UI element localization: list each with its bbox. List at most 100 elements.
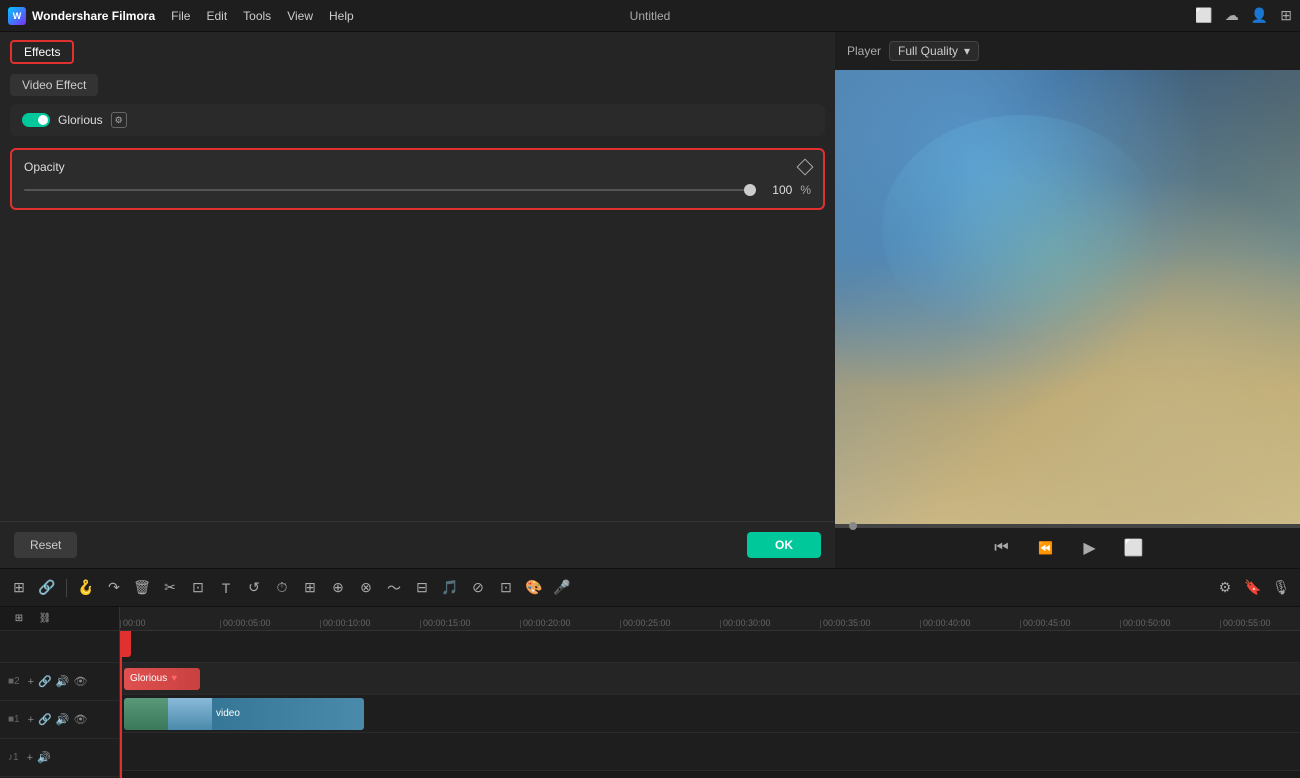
video1-mute-icon[interactable]: 🔊: [56, 713, 70, 726]
ruler-mark-10: 00:00:50:00: [1120, 620, 1220, 628]
glorious-clip-label: Glorious: [130, 673, 167, 684]
audio2-icon[interactable]: 🎤: [551, 577, 573, 599]
stabilize-icon[interactable]: ⊘: [467, 577, 489, 599]
video1-add-icon[interactable]: +: [28, 714, 34, 726]
cut-icon[interactable]: ✂: [159, 577, 181, 599]
duplicate-icon[interactable]: ⊗: [355, 577, 377, 599]
glorious-clip[interactable]: Glorious ♥: [124, 668, 200, 690]
menu-view[interactable]: View: [287, 9, 313, 23]
quality-value: Full Quality: [898, 44, 958, 58]
monitor-icon[interactable]: ⬜: [1195, 7, 1212, 24]
video2-mute-icon[interactable]: 🔊: [56, 675, 70, 688]
opacity-section: Opacity 100 %: [10, 148, 825, 210]
ruler-mark-4: 00:00:20:00: [520, 620, 620, 628]
keyframe-diamond-icon[interactable]: [797, 159, 814, 176]
pip-icon[interactable]: ⊡: [495, 577, 517, 599]
reset-button[interactable]: Reset: [14, 532, 77, 558]
video-preview: [835, 70, 1300, 524]
menu-tools[interactable]: Tools: [243, 9, 271, 23]
video2-eye-icon[interactable]: 👁: [73, 675, 87, 688]
video-effect-tab[interactable]: Video Effect: [10, 74, 98, 96]
track-label-ruler-spacer: ⊞ ⛓: [0, 607, 119, 631]
opacity-slider[interactable]: [24, 189, 756, 191]
video-thumb-1: [124, 698, 168, 730]
bottom-buttons: Reset OK: [0, 521, 835, 568]
link-icon[interactable]: 🔗: [36, 577, 58, 599]
playhead[interactable]: [120, 631, 122, 778]
layout-icon[interactable]: ⊞: [8, 577, 30, 599]
account-icon[interactable]: 👤: [1251, 7, 1268, 24]
track-row-video1: video: [120, 695, 1300, 733]
hook-icon[interactable]: 🪝: [75, 577, 97, 599]
audio1-add-icon[interactable]: +: [27, 752, 33, 764]
menu-help[interactable]: Help: [329, 9, 354, 23]
rotate-icon[interactable]: ↺: [243, 577, 265, 599]
timer-icon[interactable]: ⊕: [327, 577, 349, 599]
snap-icon[interactable]: ⊞: [8, 608, 30, 630]
color-icon[interactable]: 🎨: [523, 577, 545, 599]
video1-link-icon[interactable]: 🔗: [38, 713, 52, 726]
menu-file[interactable]: File: [171, 9, 190, 23]
audio-num-1: ♪1: [8, 752, 19, 763]
bookmark-icon[interactable]: 🔖: [1242, 577, 1264, 599]
fullscreen-button[interactable]: ⬜: [1122, 536, 1146, 560]
track-row-glorious: Glorious ♥: [120, 663, 1300, 695]
player-bar: Player Full Quality ▾: [835, 32, 1300, 70]
ok-button[interactable]: OK: [747, 532, 821, 558]
video1-eye-icon[interactable]: 👁: [73, 713, 87, 726]
mic-icon[interactable]: 🎙: [1270, 577, 1292, 599]
ruler-mark-2: 00:00:10:00: [320, 620, 420, 628]
ruler-mark-5: 00:00:25:00: [620, 620, 720, 628]
play-button[interactable]: ▶: [1078, 536, 1102, 560]
effects-tab[interactable]: Effects: [10, 40, 74, 64]
app-logo-icon: W: [8, 7, 26, 25]
quality-dropdown[interactable]: Full Quality ▾: [889, 41, 979, 61]
timeline-tracks: 00:00 00:00:05:00 00:00:10:00 00:00:15:0…: [120, 607, 1300, 778]
video2-link-icon[interactable]: 🔗: [38, 675, 52, 688]
step-back-button[interactable]: ⏮: [990, 536, 1014, 560]
text-icon[interactable]: T: [215, 577, 237, 599]
redo-icon[interactable]: ↷: [103, 577, 125, 599]
track-label-effects: [0, 631, 119, 663]
opacity-value: 100: [764, 183, 792, 197]
video2-add-icon[interactable]: +: [28, 676, 34, 688]
opacity-unit: %: [800, 183, 811, 197]
crop-icon[interactable]: ⊡: [187, 577, 209, 599]
ruler-mark-8: 00:00:40:00: [920, 620, 1020, 628]
video-clip-label: video: [212, 708, 244, 719]
track-area: Glorious ♥ video: [120, 631, 1300, 778]
progress-track[interactable]: [847, 525, 1288, 527]
ruler-mark-7: 00:00:35:00: [820, 620, 920, 628]
app-logo: W Wondershare Filmora: [8, 7, 155, 25]
transform-icon[interactable]: ⊞: [299, 577, 321, 599]
adjust-icon[interactable]: ⊟: [411, 577, 433, 599]
opacity-slider-row: 100 %: [24, 182, 811, 198]
audio1-mute-icon[interactable]: 🔊: [37, 751, 51, 764]
menu-bar: W Wondershare Filmora File Edit Tools Vi…: [0, 0, 1300, 32]
effects-tab-bar: Effects: [0, 32, 835, 64]
menu-right: ⬜ ☁ 👤 ⊞: [1195, 7, 1292, 24]
grid-icon[interactable]: ⊞: [1280, 7, 1292, 24]
audio-icon[interactable]: 🎵: [439, 577, 461, 599]
dropdown-chevron-icon: ▾: [964, 44, 970, 58]
timeline-main: ⊞ ⛓ ■2 + 🔗 🔊 👁 ■1 + 🔗 🔊 👁: [0, 607, 1300, 778]
video-clip[interactable]: video: [124, 698, 364, 730]
opacity-slider-container: [24, 182, 756, 198]
link2-icon[interactable]: ⛓: [34, 608, 56, 630]
track-num-1: ■1: [8, 714, 20, 725]
glorious-label: Glorious: [58, 113, 103, 127]
left-panel: Effects Video Effect Glorious ⚙ Opacity …: [0, 32, 835, 568]
trash-icon[interactable]: 🗑: [131, 577, 153, 599]
menu-edit[interactable]: Edit: [206, 9, 227, 23]
glorious-toggle[interactable]: [22, 113, 50, 127]
speed-icon[interactable]: ⏱: [271, 577, 293, 599]
cloud-icon[interactable]: ☁: [1225, 7, 1239, 24]
timeline-section: ⊞ 🔗 🪝 ↷ 🗑 ✂ ⊡ T ↺ ⏱ ⊞ ⊕ ⊗ 〜 ⊟ 🎵 ⊘ ⊡ 🎨 🎤 …: [0, 568, 1300, 778]
settings-icon[interactable]: ⚙: [1214, 577, 1236, 599]
glorious-section: Glorious ⚙: [10, 104, 825, 136]
wave-icon[interactable]: 〜: [383, 577, 405, 599]
frame-back-button[interactable]: ⏪: [1034, 536, 1058, 560]
ruler-mark-3: 00:00:15:00: [420, 620, 520, 628]
player-label: Player: [847, 44, 881, 58]
glorious-settings-icon[interactable]: ⚙: [111, 112, 127, 128]
